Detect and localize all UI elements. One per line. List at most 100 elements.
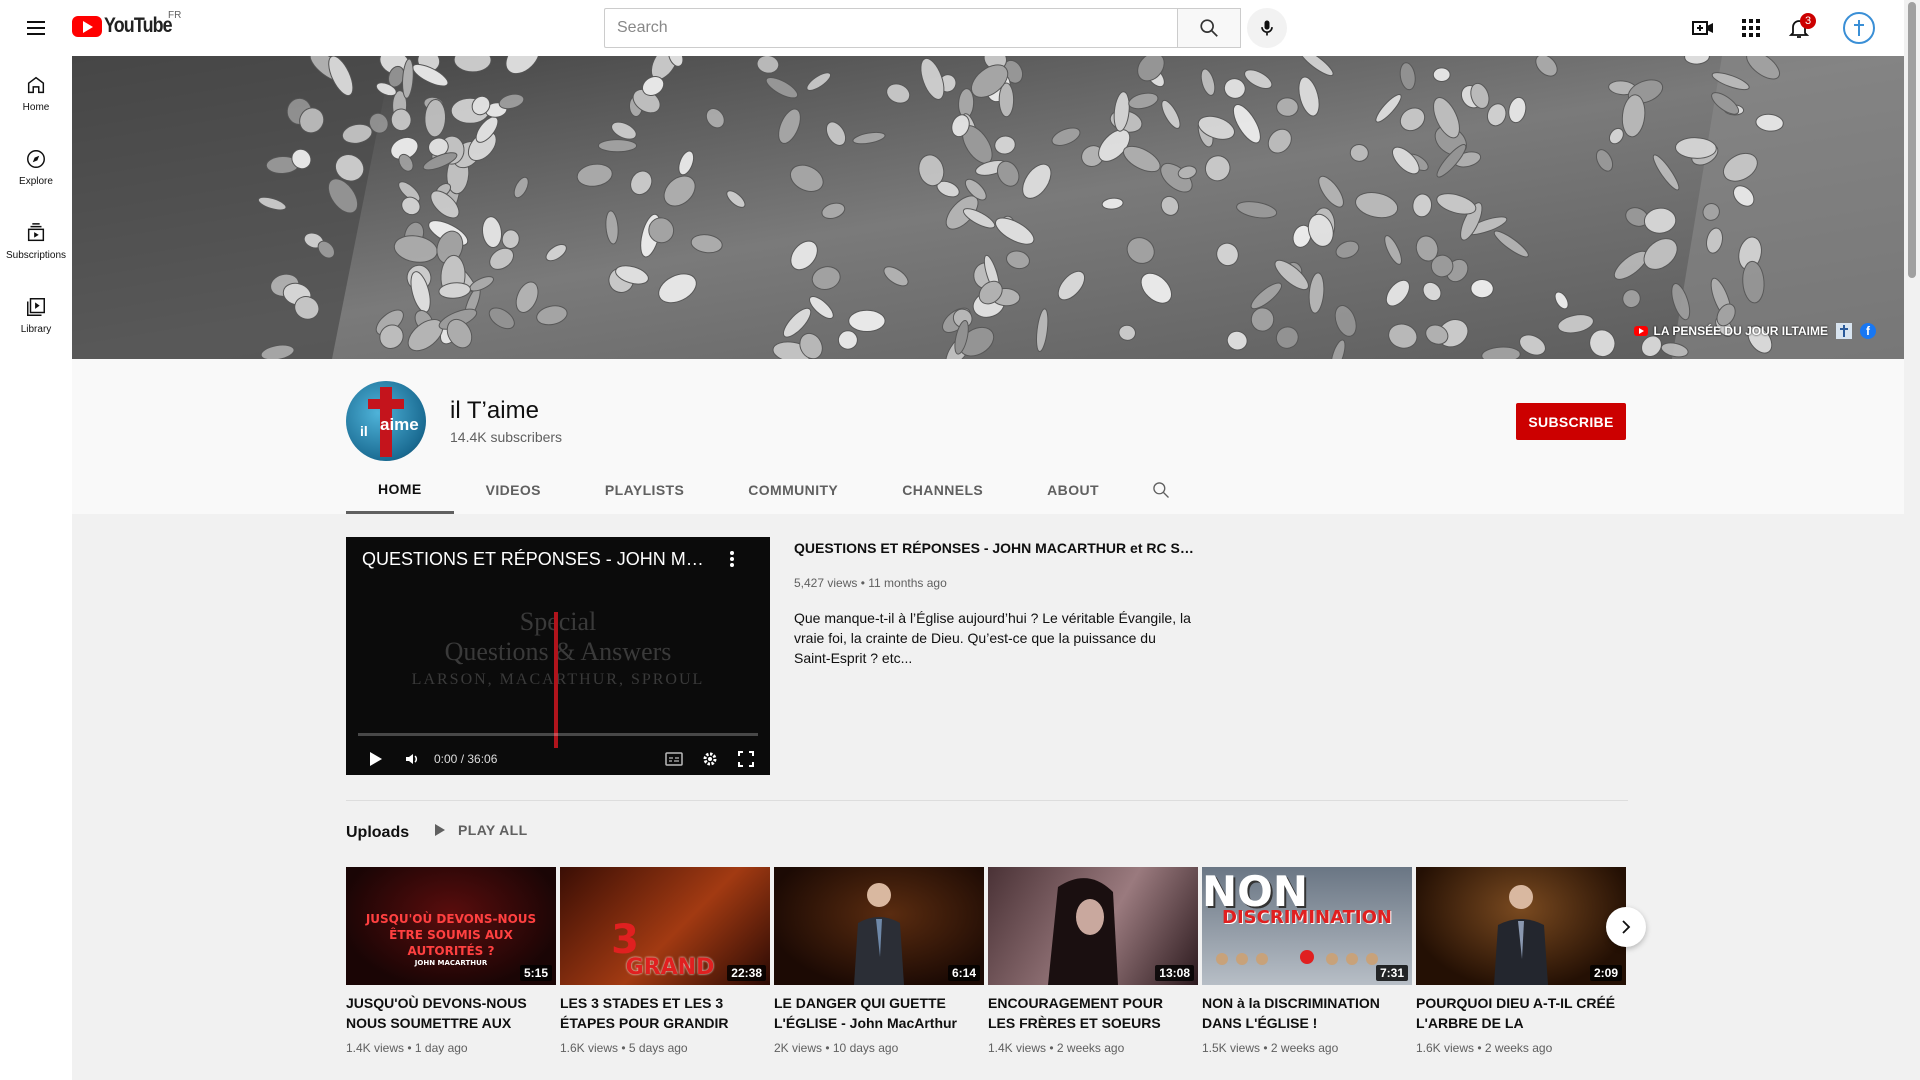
video-meta: 1.6K views • 5 days ago (560, 1041, 688, 1055)
shelf-next-button[interactable] (1606, 907, 1646, 947)
channel-avatar[interactable]: aime il (346, 381, 426, 461)
play-all-label: PLAY ALL (458, 822, 528, 838)
video-duration: 5:15 (519, 965, 552, 981)
video-card[interactable]: 6:14 LE DANGER QUI GUETTE L'ÉGLISE - Joh… (774, 867, 984, 1055)
tab-community[interactable]: COMMUNITY (716, 466, 870, 514)
tab-about[interactable]: ABOUT (1015, 466, 1131, 514)
player-art-line2: Questions & Answers (444, 637, 672, 666)
library-icon (27, 297, 45, 316)
rail-item-explore[interactable]: Explore (0, 130, 72, 204)
fullscreen-button[interactable] (728, 743, 764, 775)
youtube-small-icon (1633, 326, 1648, 336)
section-divider (346, 800, 1628, 801)
channel-banner: LA PENSÉE DU JOUR ILTAIME f (72, 56, 1904, 359)
notification-badge: 3 (1800, 13, 1816, 29)
thumbnail-text: GRAND (625, 955, 715, 980)
video-thumbnail[interactable]: 13:08 (988, 867, 1198, 985)
featured-video-title[interactable]: QUESTIONS ET RÉPONSES - JOHN MACARTHUR e… (794, 540, 1194, 556)
video-card[interactable]: NON DISCRIMINATION 7:31 NON à la DISCRIM… (1202, 867, 1412, 1055)
video-duration: 2:09 (1589, 965, 1622, 981)
video-title[interactable]: NON à la DISCRIMINATION DANS L'ÉGLISE ! (1202, 993, 1412, 1033)
rail-item-home[interactable]: Home (0, 56, 72, 130)
voice-search-button[interactable] (1247, 8, 1287, 48)
uploads-title[interactable]: Uploads (346, 824, 409, 842)
channel-home-content: Special Questions & Answers LARSON, MACA… (72, 514, 1904, 1080)
facebook-icon[interactable]: f (1860, 323, 1876, 339)
video-title[interactable]: LES 3 STADES ET LES 3 ÉTAPES POUR GRANDI… (560, 993, 770, 1033)
play-all-button[interactable]: PLAY ALL (434, 822, 528, 838)
video-camera-plus-icon (1692, 21, 1713, 35)
video-card[interactable]: 2:09 POURQUOI DIEU A-T-IL CRÉÉ L'ARBRE D… (1416, 867, 1626, 1055)
rail-item-subscriptions[interactable]: Subscriptions (0, 204, 72, 278)
channel-search-button[interactable] (1131, 466, 1191, 514)
video-title[interactable]: LE DANGER QUI GUETTE L'ÉGLISE - John Mac… (774, 993, 984, 1033)
page-scrollbar[interactable] (1904, 0, 1920, 1080)
gear-icon (703, 752, 717, 766)
featured-video-meta: 5,427 views • 11 months ago (794, 576, 947, 590)
youtube-logo[interactable]: YouTube FR (72, 10, 184, 38)
hamburger-icon (27, 21, 45, 35)
subscriptions-icon (27, 222, 45, 241)
video-title[interactable]: POURQUOI DIEU A-T-IL CRÉÉ L'ARBRE DE LA … (1416, 993, 1626, 1033)
channel-name: il T’aime (450, 397, 539, 424)
video-meta: 1.4K views • 2 weeks ago (988, 1041, 1125, 1055)
notifications-button[interactable]: 3 (1779, 8, 1819, 48)
volume-button[interactable] (394, 743, 430, 775)
microphone-icon (1261, 20, 1273, 36)
tab-home[interactable]: HOME (346, 466, 454, 514)
channel-avatar-prefix: il (360, 423, 368, 439)
captions-button[interactable] (656, 743, 692, 775)
search-button[interactable] (1177, 8, 1241, 48)
featured-video-player[interactable]: Special Questions & Answers LARSON, MACA… (346, 537, 770, 775)
video-title[interactable]: JUSQU'OÙ DEVONS-NOUS NOUS SOUMETTRE AUX … (346, 993, 556, 1033)
cross-icon (1854, 20, 1864, 36)
player-title[interactable]: QUESTIONS ET RÉPONSES - JOHN MACARTHUR e… (362, 549, 712, 570)
tab-playlists[interactable]: PLAYLISTS (573, 466, 716, 514)
video-meta: 1.6K views • 2 weeks ago (1416, 1041, 1553, 1055)
tab-channels[interactable]: CHANNELS (870, 466, 1015, 514)
video-meta: 1.5K views • 2 weeks ago (1202, 1041, 1339, 1055)
create-video-button[interactable] (1683, 8, 1723, 48)
video-meta: 1.4K views • 1 day ago (346, 1041, 468, 1055)
apps-grid-icon (1742, 19, 1760, 37)
account-avatar[interactable] (1843, 12, 1875, 44)
player-time: 0:00 / 36:06 (434, 752, 498, 766)
video-thumbnail[interactable]: 2:09 (1416, 867, 1626, 985)
apps-button[interactable] (1731, 8, 1771, 48)
banner-link-label: LA PENSÉE DU JOUR ILTAIME (1653, 324, 1828, 338)
subscriber-count: 14.4K subscribers (450, 429, 563, 445)
search-input[interactable] (604, 8, 1177, 48)
video-thumbnail[interactable]: 3 GRAND 22:38 (560, 867, 770, 985)
player-progress-bar[interactable] (358, 733, 758, 736)
tab-videos[interactable]: VIDEOS (454, 466, 573, 514)
video-card[interactable]: 13:08 ENCOURAGEMENT POUR LES FRÈRES ET S… (988, 867, 1198, 1055)
captions-icon (665, 752, 683, 766)
scrollbar-thumb[interactable] (1908, 2, 1916, 278)
video-thumbnail[interactable]: JUSQU'OÙ DEVONS-NOUS ÊTRE SOUMIS AUX AUT… (346, 867, 556, 985)
video-card[interactable]: 3 GRAND 22:38 LES 3 STADES ET LES 3 ÉTAP… (560, 867, 770, 1055)
channel-header: aime il il T’aime 14.4K subscribers SUBS… (72, 359, 1904, 514)
banner-youtube-link[interactable]: LA PENSÉE DU JOUR ILTAIME (1633, 324, 1828, 338)
rail-item-library[interactable]: Library (0, 278, 72, 352)
cross-link-icon[interactable] (1836, 323, 1852, 339)
uploads-shelf: JUSQU'OÙ DEVONS-NOUS ÊTRE SOUMIS AUX AUT… (346, 867, 1626, 1055)
video-duration: 6:14 (947, 965, 980, 981)
search-icon (1200, 19, 1218, 37)
video-title[interactable]: ENCOURAGEMENT POUR LES FRÈRES ET SOEURS … (988, 993, 1198, 1033)
player-more-button[interactable] (722, 547, 742, 571)
play-button[interactable] (358, 743, 394, 775)
logo-text: YouTube (104, 14, 173, 37)
subscribe-button[interactable]: SUBSCRIBE (1516, 403, 1626, 440)
settings-button[interactable] (692, 743, 728, 775)
volume-icon (406, 754, 418, 764)
rail-label: Explore (19, 175, 53, 187)
video-thumbnail[interactable]: NON DISCRIMINATION 7:31 (1202, 867, 1412, 985)
play-icon (370, 752, 382, 766)
country-code: FR (168, 10, 182, 21)
video-thumbnail[interactable]: 6:14 (774, 867, 984, 985)
menu-button[interactable] (16, 8, 56, 48)
featured-video-description: Que manque-t-il à l’Église aujourd’hui ?… (794, 610, 1191, 666)
left-rail: Home Explore Subscriptions Library (0, 56, 72, 1080)
banner-leaves-image (72, 56, 1904, 359)
video-card[interactable]: JUSQU'OÙ DEVONS-NOUS ÊTRE SOUMIS AUX AUT… (346, 867, 556, 1055)
